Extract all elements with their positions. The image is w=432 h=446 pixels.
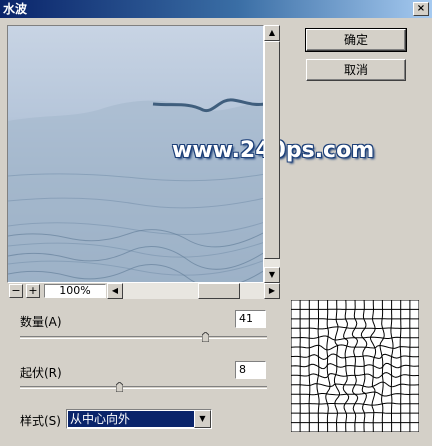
minus-icon: −: [11, 284, 21, 297]
plus-icon: +: [28, 284, 38, 297]
amount-slider-thumb[interactable]: [202, 332, 210, 342]
scroll-down-button[interactable]: ▼: [264, 267, 280, 283]
arrow-down-icon: ▼: [268, 270, 276, 279]
style-label: 样式(S): [20, 414, 61, 428]
ok-button[interactable]: 确定: [305, 28, 407, 52]
window-title: 水波: [3, 2, 28, 16]
grid-column-line: [308, 300, 311, 432]
ridges-label: 起伏(R): [20, 366, 62, 380]
cancel-button[interactable]: 取消: [306, 59, 406, 81]
grid-row-line: [291, 412, 419, 414]
grid-icon: [290, 299, 420, 433]
title-bar: 水波 ×: [0, 0, 432, 18]
distortion-grid-preview: [290, 299, 420, 433]
horizontal-scroll-thumb[interactable]: [198, 283, 240, 299]
scroll-up-button[interactable]: ▲: [264, 25, 280, 41]
close-icon: ×: [416, 3, 426, 14]
zoom-in-button[interactable]: +: [26, 284, 40, 298]
style-select[interactable]: 从中心向外 ▼: [66, 409, 212, 429]
zoom-out-button[interactable]: −: [9, 284, 23, 298]
ridges-input[interactable]: 8: [235, 361, 266, 379]
arrow-up-icon: ▲: [268, 28, 276, 37]
amount-slider-track[interactable]: [20, 336, 267, 339]
preview-toolbar: − + 100% ◀ ▶: [7, 283, 280, 299]
arrow-right-icon: ▶: [268, 286, 276, 295]
close-button[interactable]: ×: [413, 2, 429, 16]
ridges-slider-thumb[interactable]: [115, 382, 123, 392]
vertical-scrollbar[interactable]: ▲ ▼: [264, 25, 280, 283]
scroll-left-button[interactable]: ◀: [107, 283, 123, 299]
zoom-level: 100%: [44, 284, 106, 298]
amount-label: 数量(A): [20, 315, 62, 329]
arrow-left-icon: ◀: [111, 286, 119, 295]
dropdown-button[interactable]: ▼: [194, 410, 211, 428]
chevron-down-icon: ▼: [199, 414, 206, 423]
scroll-right-button[interactable]: ▶: [264, 283, 280, 299]
ridges-slider-track[interactable]: [20, 386, 267, 389]
horizontal-scroll-track[interactable]: [123, 283, 264, 299]
style-selected-value: 从中心向外: [68, 411, 194, 427]
vertical-scroll-thumb[interactable]: [264, 41, 280, 259]
amount-input[interactable]: 41: [235, 310, 266, 328]
grid-column-line: [399, 300, 402, 432]
